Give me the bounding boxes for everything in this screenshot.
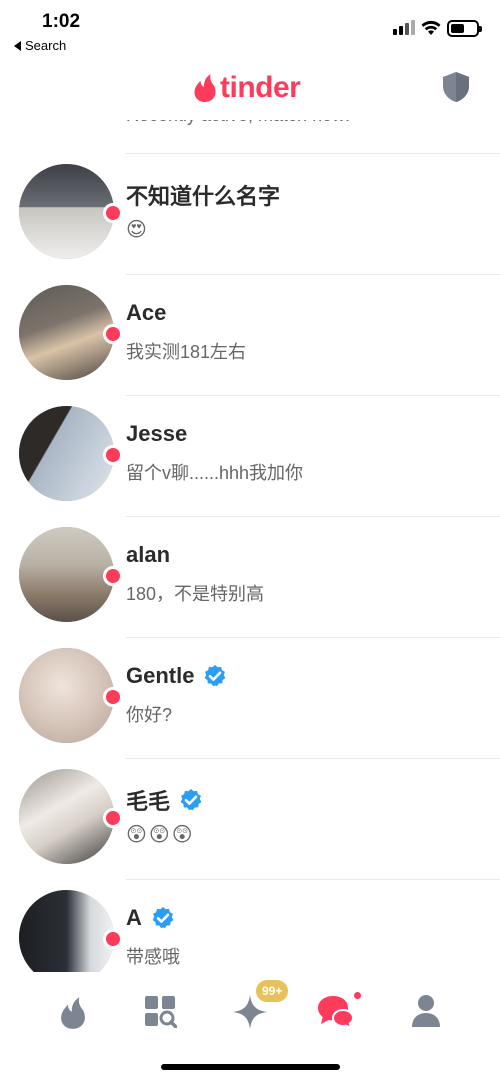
battery-icon [447, 20, 482, 37]
tab-chat-bubbles-icon[interactable] [316, 994, 356, 1028]
match-name: alan [126, 542, 170, 568]
divider [126, 274, 500, 275]
top-bar: tinder [0, 60, 500, 120]
avatar[interactable] [19, 406, 114, 501]
new-message-dot [354, 992, 361, 999]
divider [126, 637, 500, 638]
wifi-icon [421, 20, 441, 35]
unread-dot [103, 687, 123, 707]
likes-count-badge: 99+ [256, 980, 289, 1002]
tab-swipe-flame-icon[interactable] [58, 996, 88, 1030]
match-name: 不知道什么名字 [126, 179, 280, 211]
divider [126, 395, 500, 396]
avatar[interactable] [19, 285, 114, 380]
list-item[interactable]: Ace 我实测181左右 [0, 274, 500, 395]
message-list[interactable]: Recently active, match now! 不知道什么名字😍Ace我… [0, 60, 500, 972]
list-item[interactable]: alan 180，不是特别高 [0, 516, 500, 637]
message-preview: 180，不是特别高 [126, 584, 265, 604]
status-bar: 1:02 Search [0, 0, 500, 60]
list-item[interactable]: Jesse 留个v聊......hhh我加你 [0, 395, 500, 516]
match-name-text: A [126, 905, 142, 930]
match-name-text: Jesse [126, 421, 188, 446]
flame-logo-icon [194, 74, 216, 102]
avatar[interactable] [19, 527, 114, 622]
match-name: Jesse [126, 421, 187, 447]
divider [126, 153, 500, 154]
shield-icon[interactable] [441, 71, 471, 103]
unread-dot [103, 203, 123, 223]
list-item[interactable]: A 带感哦 [0, 879, 500, 972]
verified-badge-icon [180, 789, 202, 811]
match-name-text: alan [126, 542, 171, 567]
back-label: Search [25, 38, 67, 53]
divider [126, 879, 500, 880]
divider [126, 516, 500, 517]
verified-badge-icon [152, 907, 174, 929]
unread-dot [103, 808, 123, 828]
signal-icon [393, 20, 415, 35]
verified-badge-icon [205, 665, 226, 687]
message-preview: 😍 [126, 219, 149, 241]
match-name-text: Ace [126, 300, 167, 325]
clock: 1:02 [42, 11, 81, 32]
divider [126, 758, 500, 759]
message-preview: 😲😲😲 [126, 824, 195, 846]
match-name-text: 毛毛 [126, 789, 171, 814]
tab-explore-grid-icon[interactable] [143, 994, 177, 1028]
list-item[interactable]: Gentle 你好? [0, 637, 500, 758]
home-indicator [161, 1064, 340, 1070]
unread-dot [103, 929, 123, 949]
unread-dot [103, 566, 123, 586]
message-preview: 带感哦 [126, 947, 180, 967]
message-preview: 留个v聊......hhh我加你 [126, 463, 304, 483]
avatar[interactable] [19, 164, 114, 259]
unread-dot [103, 324, 123, 344]
back-arrow-icon [14, 40, 21, 51]
match-name: 毛毛 [126, 784, 203, 816]
message-preview: 我实测181左右 [126, 342, 247, 362]
logo-wordmark: tinder [220, 71, 301, 104]
avatar[interactable] [19, 890, 114, 972]
avatar[interactable] [19, 648, 114, 743]
tinder-logo[interactable]: tinder [193, 71, 301, 105]
avatar[interactable] [19, 769, 114, 864]
list-item[interactable]: 不知道什么名字 😍 [0, 153, 500, 274]
back-to-search[interactable]: Search [14, 38, 66, 53]
tab-profile-icon[interactable] [411, 994, 441, 1028]
unread-dot [103, 445, 123, 465]
match-name: Ace [126, 300, 166, 326]
match-name: Gentle [126, 663, 227, 689]
list-item[interactable]: 毛毛 😲😲😲 [0, 758, 500, 879]
match-name-text: 不知道什么名字 [126, 184, 281, 209]
message-preview: 你好? [126, 705, 173, 725]
match-name: A [126, 905, 175, 931]
match-name-text: Gentle [126, 663, 195, 688]
